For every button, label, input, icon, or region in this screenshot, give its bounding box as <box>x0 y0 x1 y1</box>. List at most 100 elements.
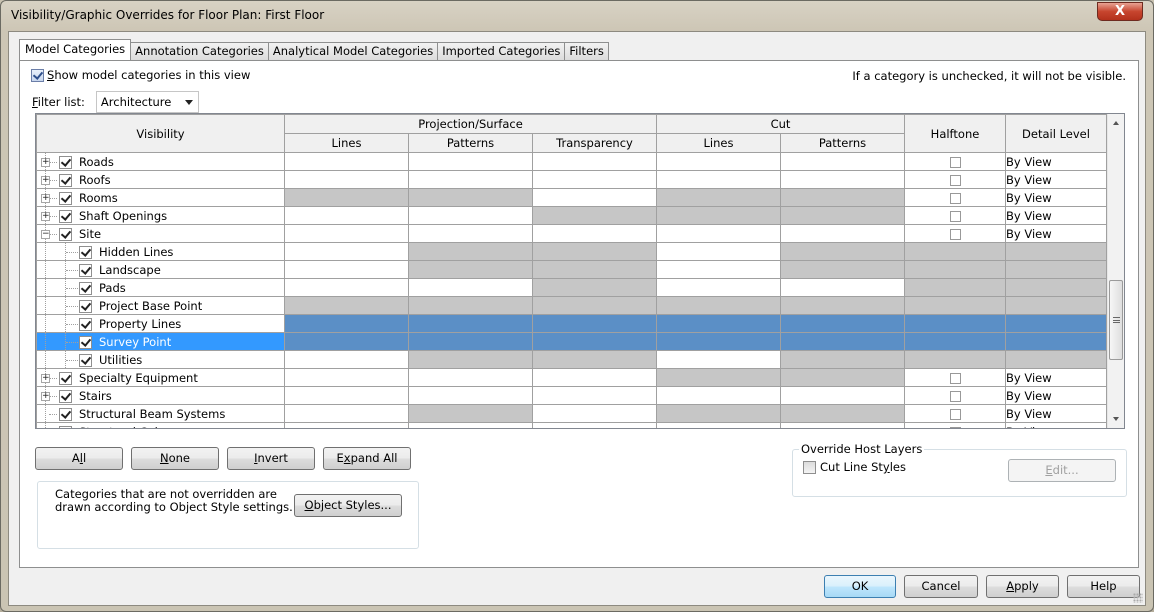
table-row[interactable]: + Structural Columns By View <box>36 422 1107 429</box>
detail-level-cell[interactable]: By View <box>1005 188 1107 207</box>
tab-model-categories[interactable]: Model Categories <box>19 39 132 60</box>
transparency-cell[interactable] <box>532 152 657 171</box>
halftone-checkbox[interactable] <box>949 228 961 240</box>
table-row[interactable]: Project Base Point <box>36 296 1107 315</box>
category-name-cell[interactable]: Property Lines <box>36 314 285 333</box>
detail-level-cell[interactable]: By View <box>1005 152 1107 171</box>
category-visibility-checkbox[interactable] <box>59 192 72 205</box>
cut-patterns-cell[interactable] <box>780 224 905 243</box>
category-visibility-checkbox[interactable] <box>59 390 72 403</box>
expand-icon[interactable]: + <box>41 392 50 401</box>
category-visibility-checkbox[interactable] <box>79 336 92 349</box>
table-row[interactable]: Hidden Lines <box>36 242 1107 261</box>
category-visibility-checkbox[interactable] <box>79 318 92 331</box>
halftone-checkbox[interactable] <box>949 192 961 204</box>
category-visibility-checkbox[interactable] <box>59 156 72 169</box>
detail-level-cell[interactable]: By View <box>1005 368 1107 387</box>
all-button[interactable]: All <box>35 447 123 470</box>
expand-icon[interactable]: + <box>41 374 50 383</box>
category-name-cell[interactable]: Landscape <box>36 260 285 279</box>
transparency-cell[interactable] <box>532 386 657 405</box>
category-name-cell[interactable]: + Structural Columns <box>36 422 285 429</box>
cut-patterns-cell[interactable] <box>780 170 905 189</box>
category-name-cell[interactable]: + Stairs <box>36 386 285 405</box>
proj-patterns-cell[interactable] <box>408 206 533 225</box>
header-visibility[interactable]: Visibility <box>36 114 285 153</box>
show-model-categories[interactable]: Show model categories in this view <box>31 68 250 82</box>
cancel-button[interactable]: Cancel <box>904 575 978 598</box>
detail-level-cell[interactable]: By View <box>1005 170 1107 189</box>
transparency-cell[interactable] <box>532 188 657 207</box>
transparency-cell[interactable] <box>532 404 657 423</box>
help-button[interactable]: Help <box>1067 575 1140 598</box>
cut-patterns-cell[interactable] <box>780 386 905 405</box>
transparency-cell[interactable] <box>532 224 657 243</box>
proj-lines-cell[interactable] <box>284 404 409 423</box>
proj-lines-cell[interactable] <box>284 260 409 279</box>
tab-analytical-model-categories[interactable]: Analytical Model Categories <box>267 42 439 60</box>
table-row[interactable]: Structural Beam Systems By View <box>36 404 1107 423</box>
cut-lines-cell[interactable] <box>656 350 781 369</box>
halftone-checkbox[interactable] <box>949 426 961 428</box>
detail-level-cell[interactable]: By View <box>1005 422 1107 428</box>
category-name-cell[interactable]: Utilities <box>36 350 285 369</box>
invert-button[interactable]: Invert <box>227 447 315 470</box>
table-row[interactable]: Utilities <box>36 350 1107 369</box>
category-visibility-checkbox[interactable] <box>79 264 92 277</box>
cut-patterns-cell[interactable] <box>780 152 905 171</box>
proj-lines-cell[interactable] <box>284 242 409 261</box>
category-visibility-checkbox[interactable] <box>79 354 92 367</box>
cut-lines-cell[interactable] <box>656 260 781 279</box>
proj-lines-cell[interactable] <box>284 278 409 297</box>
category-visibility-checkbox[interactable] <box>59 372 72 385</box>
category-visibility-checkbox[interactable] <box>59 228 72 241</box>
detail-level-cell[interactable]: By View <box>1005 224 1107 243</box>
edit-button[interactable]: Edit... <box>1008 459 1116 482</box>
proj-lines-cell[interactable] <box>284 224 409 243</box>
scroll-up-arrow-icon[interactable] <box>1113 121 1119 125</box>
proj-patterns-cell[interactable] <box>408 278 533 297</box>
proj-patterns-cell[interactable] <box>408 224 533 243</box>
category-name-cell[interactable]: + Roofs <box>36 170 285 189</box>
table-row[interactable]: Survey Point <box>36 332 1107 351</box>
proj-lines-cell[interactable] <box>284 368 409 387</box>
halftone-checkbox[interactable] <box>949 156 961 168</box>
expand-all-button[interactable]: Expand All <box>323 447 411 470</box>
cut-line-styles-option[interactable]: Cut Line Styles <box>803 460 906 474</box>
table-row[interactable]: + Stairs By View <box>36 386 1107 405</box>
proj-patterns-cell[interactable] <box>408 386 533 405</box>
expand-icon[interactable]: + <box>41 176 50 185</box>
table-row[interactable]: + Roads By View <box>36 152 1107 171</box>
detail-level-cell[interactable]: By View <box>1005 404 1107 423</box>
category-name-cell[interactable]: + Shaft Openings <box>36 206 285 225</box>
expand-icon[interactable]: + <box>42 428 50 429</box>
category-visibility-checkbox[interactable] <box>79 300 92 313</box>
table-row[interactable]: + Specialty Equipment By View <box>36 368 1107 387</box>
collapse-icon[interactable]: − <box>41 230 50 239</box>
cut-patterns-cell[interactable] <box>780 278 905 297</box>
category-visibility-checkbox[interactable] <box>59 174 72 187</box>
cut-lines-cell[interactable] <box>656 242 781 261</box>
table-row[interactable]: Pads <box>36 278 1107 297</box>
cut-lines-cell[interactable] <box>656 278 781 297</box>
expand-icon[interactable]: + <box>41 194 50 203</box>
ok-button[interactable]: OK <box>824 575 896 598</box>
category-name-cell[interactable]: Survey Point <box>36 332 285 351</box>
category-name-cell[interactable]: Project Base Point <box>36 296 285 315</box>
cut-lines-cell[interactable] <box>656 422 781 428</box>
category-name-cell[interactable]: Pads <box>36 278 285 297</box>
expand-icon[interactable]: + <box>41 158 50 167</box>
proj-patterns-cell[interactable] <box>408 170 533 189</box>
table-row[interactable]: Landscape <box>36 260 1107 279</box>
detail-level-cell[interactable]: By View <box>1005 206 1107 225</box>
object-styles-button[interactable]: Object Styles... <box>294 494 402 517</box>
proj-lines-cell[interactable] <box>284 350 409 369</box>
table-row[interactable]: + Roofs By View <box>36 170 1107 189</box>
proj-lines-cell[interactable] <box>284 170 409 189</box>
transparency-cell[interactable] <box>532 422 657 428</box>
category-visibility-checkbox[interactable] <box>79 246 92 259</box>
apply-button[interactable]: Apply <box>986 575 1059 598</box>
category-name-cell[interactable]: − Site <box>36 224 285 243</box>
category-name-cell[interactable]: + Specialty Equipment <box>36 368 285 387</box>
filter-list-dropdown[interactable]: Architecture <box>95 91 199 113</box>
